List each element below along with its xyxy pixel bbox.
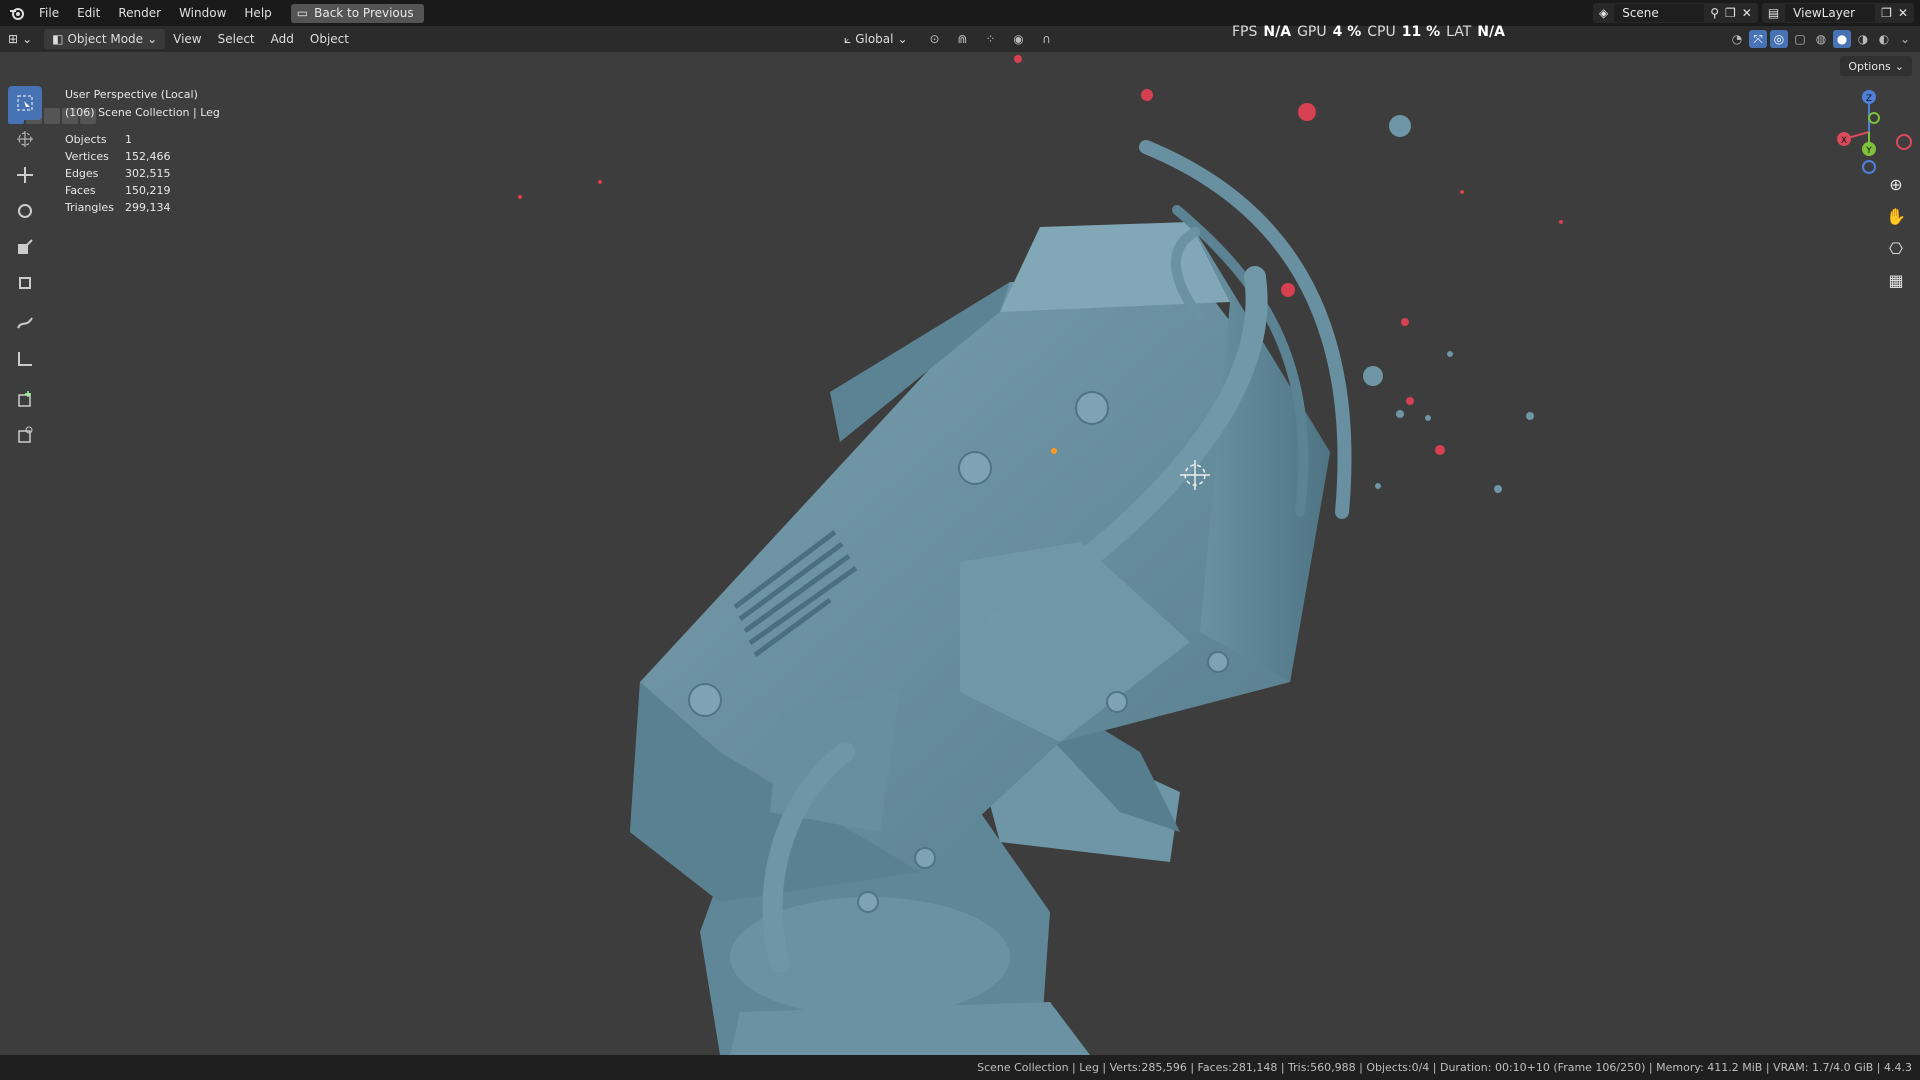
transform-orientation-dropdown[interactable]: ⟀ Global ⌄ [836,29,916,49]
viewport-info-text: User Perspective (Local) (106) Scene Col… [65,86,220,122]
gizmo-x-label: X [1841,136,1847,146]
gpu-value: 4 % [1332,24,1362,40]
mode-label: Object Mode [67,32,144,46]
overlay-toggle-icon[interactable]: ◎ [1770,30,1788,48]
chevron-down-icon: ⌄ [897,32,908,46]
top-menu-bar: File Edit Render Window Help ▭ Back to P… [0,0,1920,26]
chevron-down-icon: ⌄ [147,32,158,46]
add-object-tool-icon[interactable] [8,418,42,452]
gpu-label: GPU [1297,24,1327,40]
scene-icon: ◈ [1598,6,1609,20]
3d-viewport[interactable]: User Perspective (Local) (106) Scene Col… [0,52,1920,1055]
back-screen-icon: ▭ [296,6,309,20]
chevron-down-icon: ⌄ [22,32,33,46]
scene-selector[interactable]: ◈ Scene ⚲ ❐ ✕ [1592,3,1758,23]
cpu-label: CPU [1367,24,1396,40]
stat-row: Vertices 152,466 [65,150,171,163]
chevron-down-icon: ⌄ [1894,59,1904,73]
mode-dropdown[interactable]: ◧ Object Mode ⌄ [44,29,166,49]
lat-label: LAT [1446,24,1472,40]
measure-tool-icon[interactable] [8,342,42,376]
leg-mesh-render [518,55,1563,1055]
move-tool-icon[interactable] [8,158,42,192]
navigation-gizmo[interactable]: Z X Y [1824,87,1914,177]
select-box-tool-icon[interactable] [8,86,42,120]
rendered-shading-icon[interactable]: ◐ [1875,30,1893,48]
object-mode-icon: ◧ [52,32,64,46]
scene-name-field[interactable]: Scene [1614,4,1705,22]
menu-file[interactable]: File [30,0,68,26]
menu-select[interactable]: Select [210,29,263,49]
editor-type-button[interactable]: ⊞ ⌄ [0,29,40,49]
menu-render[interactable]: Render [109,0,170,26]
fps-label: FPS [1232,24,1258,40]
rotate-tool-icon[interactable] [8,194,42,228]
back-to-previous-label: Back to Previous [314,6,414,20]
scale-tool-icon[interactable] [8,230,42,264]
material-shading-icon[interactable]: ◑ [1854,30,1872,48]
shading-options-icon[interactable]: ⌄ [1896,30,1914,48]
annotate-tool-icon[interactable] [8,306,42,340]
fps-value: N/A [1263,24,1292,40]
camera-view-icon[interactable]: ⎔ [1884,236,1908,260]
viewport-navigation-buttons: ⊕ ✋ ⎔ ▦ [1884,172,1908,292]
transform-tool-icon[interactable] [8,266,42,300]
delete-viewlayer-icon[interactable]: ✕ [1898,6,1908,20]
menu-add[interactable]: Add [263,29,302,49]
collection-label: (106) Scene Collection | Leg [65,106,220,119]
viewport-header: ⊞ ⌄ ◧ Object Mode ⌄ View Select Add Objec… [0,26,1920,52]
object-origin [1051,448,1057,454]
menu-view[interactable]: View [165,29,209,49]
new-viewlayer-icon[interactable]: ❐ [1881,6,1892,20]
menu-edit[interactable]: Edit [68,0,109,26]
visibility-icon[interactable]: ◔ [1728,30,1746,48]
status-bar: Scene Collection | Leg | Verts:285,596 |… [0,1055,1920,1080]
viewlayer-selector[interactable]: ▤ ViewLayer ❐ ✕ [1761,3,1914,23]
snap-icon[interactable]: ⋒ [954,30,972,48]
select-subtract-icon[interactable] [44,108,60,124]
tool-shelf [8,86,46,454]
options-dropdown[interactable]: Options ⌄ [1840,56,1912,76]
wireframe-shading-icon[interactable]: ◍ [1812,30,1830,48]
menu-help[interactable]: Help [235,0,280,26]
menu-window[interactable]: Window [170,0,235,26]
pin-icon[interactable]: ⚲ [1710,6,1719,20]
add-cube-tool-icon[interactable] [8,382,42,416]
zoom-icon[interactable]: ⊕ [1884,172,1908,196]
cursor-tool-icon[interactable] [8,122,42,156]
stat-row: Faces 150,219 [65,184,171,197]
pan-hand-icon[interactable]: ✋ [1884,204,1908,228]
status-bar-text: Scene Collection | Leg | Verts:285,596 |… [977,1061,1912,1074]
proportional-edit-icon[interactable]: ◉ [1010,30,1028,48]
falloff-icon[interactable]: ∩ [1038,30,1056,48]
xray-toggle-icon[interactable]: ▢ [1791,30,1809,48]
ortho-toggle-icon[interactable]: ▦ [1884,268,1908,292]
blender-logo-icon[interactable] [4,0,30,26]
orientation-icon: ⟀ [844,31,852,46]
options-label: Options [1848,59,1891,73]
performance-readout: FPS N/A GPU 4 % CPU 11 % LAT N/A [1232,24,1505,40]
stat-row: Objects 1 [65,133,132,146]
stat-row: Edges 302,515 [65,167,171,180]
delete-scene-icon[interactable]: ✕ [1742,6,1752,20]
gizmo-z-label: Z [1866,94,1872,104]
gizmo-y-label: Y [1865,146,1872,156]
viewlayer-icon: ▤ [1767,6,1780,20]
editor-type-icon: ⊞ [8,32,19,46]
back-to-previous-button[interactable]: ▭ Back to Previous [290,3,424,23]
transform-orientation-label: Global [855,32,894,46]
statistics-overlay: Objects 1 Vertices 152,466 Edges 302,515 Fa… [65,131,171,216]
menu-object[interactable]: Object [302,29,357,49]
lat-value: N/A [1477,24,1505,40]
gizmo-toggle-icon[interactable]: ⤧ [1749,30,1767,48]
snap-target-icon[interactable]: ⁘ [982,30,1000,48]
pivot-icon[interactable]: ⊙ [926,30,944,48]
solid-shading-icon[interactable]: ● [1833,30,1851,48]
perspective-label: User Perspective (Local) [65,88,198,101]
viewlayer-name-field[interactable]: ViewLayer [1785,4,1876,22]
cpu-value: 11 % [1401,24,1441,40]
stat-row: Triangles 299,134 [65,201,171,214]
new-scene-icon[interactable]: ❐ [1725,6,1736,20]
